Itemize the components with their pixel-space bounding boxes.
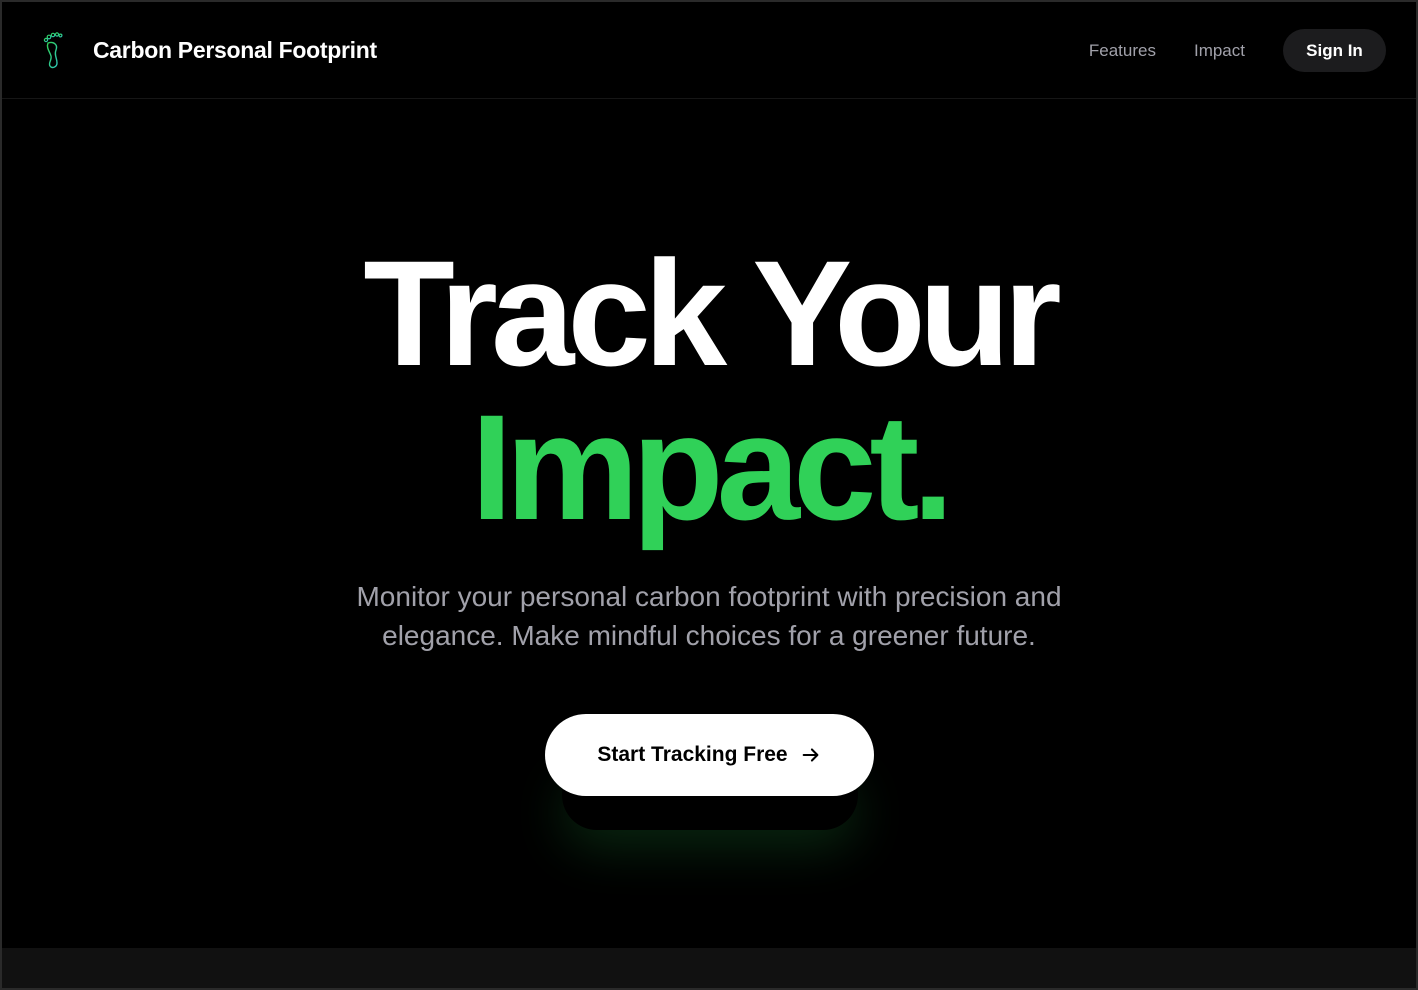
hero-headline-accent: Impact. <box>470 383 954 551</box>
arrow-right-icon <box>802 748 819 762</box>
top-navbar: Carbon Personal Footprint Features Impac… <box>2 2 1416 99</box>
footprint-icon <box>43 32 63 69</box>
start-tracking-label: Start Tracking Free <box>597 743 788 766</box>
nav-link-features[interactable]: Features <box>1089 41 1156 61</box>
app-window: Carbon Personal Footprint Features Impac… <box>0 0 1418 990</box>
hero-section: Track Your Impact. Monitor your personal… <box>2 100 1416 948</box>
hero-headline: Track Your <box>363 229 1062 397</box>
nav-link-impact[interactable]: Impact <box>1194 41 1245 61</box>
start-tracking-button[interactable]: Start Tracking Free <box>545 714 874 796</box>
next-section-edge <box>2 948 1416 990</box>
nav-links: Features Impact Sign In <box>1089 29 1386 72</box>
brand[interactable]: Carbon Personal Footprint <box>42 30 377 70</box>
sign-in-button[interactable]: Sign In <box>1283 29 1386 72</box>
brand-name: Carbon Personal Footprint <box>93 36 377 63</box>
hero-subtitle: Monitor your personal carbon footprint w… <box>356 581 1062 651</box>
